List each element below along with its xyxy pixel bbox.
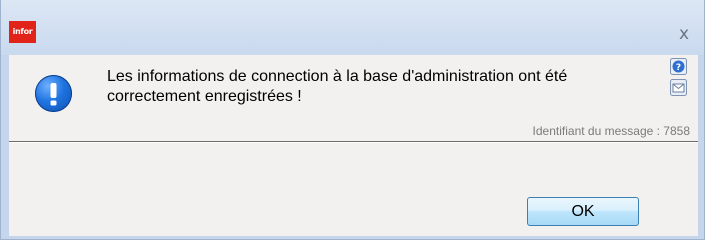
message-line-1: Les informations de connection à la base… xyxy=(107,68,568,85)
message-dialog: infor x Les informations de connection à… xyxy=(0,0,705,240)
ok-button[interactable]: OK xyxy=(527,197,639,226)
close-button[interactable]: x xyxy=(676,26,692,43)
title-bar: infor x xyxy=(1,0,704,55)
info-exclamation-icon xyxy=(35,75,72,112)
message-line-2: correctement enregistrées ! xyxy=(107,88,302,105)
divider-highlight xyxy=(9,142,698,143)
dialog-body: Les informations de connection à la base… xyxy=(9,55,698,236)
help-icon[interactable]: ? xyxy=(670,58,687,75)
infor-logo: infor xyxy=(9,21,36,43)
svg-text:?: ? xyxy=(676,63,681,73)
dialog-message: Les informations de connection à la base… xyxy=(107,67,647,107)
message-id: Identifiant du message : 7858 xyxy=(532,124,690,138)
mail-icon[interactable] xyxy=(670,79,687,96)
